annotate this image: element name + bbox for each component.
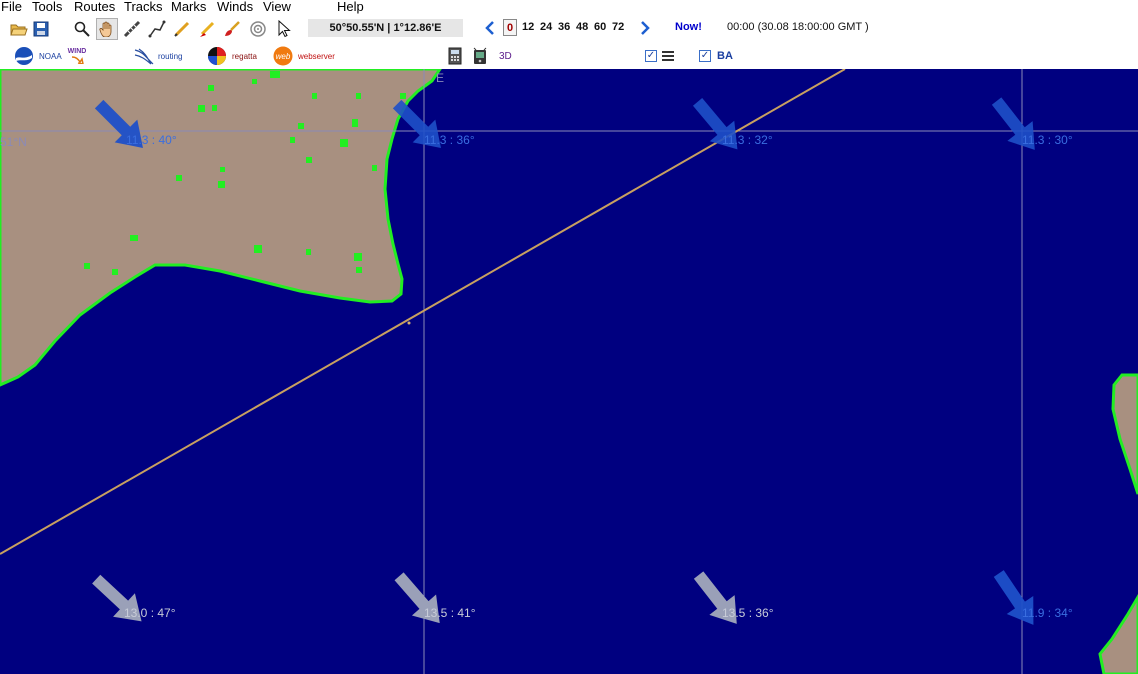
latitude-label: 51°N (0, 135, 27, 149)
wind-label: 11.3 : 30° (1022, 133, 1073, 147)
calculator-icon[interactable] (444, 45, 466, 67)
regatta-icon[interactable] (206, 45, 228, 67)
gps-device-icon[interactable] (469, 45, 491, 67)
wind-label: 11.3 : 40° (126, 133, 177, 147)
wind-label: 13.5 : 36° (722, 606, 774, 620)
mark-pencil-icon[interactable] (196, 18, 218, 40)
save-icon[interactable] (30, 18, 52, 40)
now-button[interactable]: Now! (675, 21, 702, 33)
wind-label: 11.3 : 32° (722, 133, 773, 147)
target-icon[interactable] (247, 18, 269, 40)
time-step-72[interactable]: 72 (612, 21, 624, 33)
menu-tools[interactable]: Tools (32, 0, 62, 14)
previous-step-icon[interactable] (483, 21, 497, 35)
menu-view[interactable]: View (263, 0, 291, 14)
menu-file[interactable]: File (1, 0, 22, 14)
layer-checkbox[interactable]: ✓ (645, 50, 657, 62)
routing-icon[interactable] (133, 45, 155, 67)
menu-tracks[interactable]: Tracks (124, 0, 163, 14)
menu-marks[interactable]: Marks (171, 0, 206, 14)
menu-winds[interactable]: Winds (217, 0, 253, 14)
routing-label[interactable]: routing (158, 52, 182, 61)
layers-list-icon[interactable] (657, 45, 679, 67)
pointer-cursor-icon[interactable] (273, 18, 295, 40)
measure-ruler-icon[interactable] (121, 18, 143, 40)
time-step-48[interactable]: 48 (576, 21, 588, 33)
wind-label: 11.3 : 36° (424, 133, 475, 147)
time-step-36[interactable]: 36 (558, 21, 570, 33)
cursor-position-marker (407, 321, 411, 325)
zoom-icon[interactable] (71, 18, 93, 40)
cursor-coordinates: 50°50.55'N | 1°12.86'E (308, 19, 463, 37)
web-logo-icon[interactable]: web (272, 45, 294, 67)
toolbar: File Tools Routes Tracks Marks Winds Vie… (0, 0, 1138, 70)
menu-routes[interactable]: Routes (74, 0, 115, 14)
next-step-icon[interactable] (638, 21, 652, 35)
ba-checkbox[interactable]: ✓ (699, 50, 711, 62)
wind-label: 11.9 : 34° (1022, 606, 1073, 620)
wind-label: 13.5 : 41° (424, 606, 476, 620)
time-step-12[interactable]: 12 (522, 21, 534, 33)
webserver-label[interactable]: webserver (298, 52, 335, 61)
noaa-label[interactable]: NOAA (39, 52, 62, 61)
time-step-24[interactable]: 24 (540, 21, 552, 33)
wind-label: WIND (67, 48, 87, 55)
noaa-logo-icon[interactable] (13, 45, 35, 67)
time-step-60[interactable]: 60 (594, 21, 606, 33)
eraser-brush-icon[interactable] (221, 18, 243, 40)
open-folder-icon[interactable] (8, 18, 30, 40)
wind-label: 13.0 : 47° (124, 606, 176, 620)
forecast-datetime: 00:00 (30.08 18:00:00 GMT ) (727, 21, 869, 33)
pan-hand-icon[interactable] (96, 18, 118, 40)
longitude-label: E (436, 71, 444, 85)
regatta-label[interactable]: regatta (232, 52, 257, 61)
wind-icon[interactable]: WIND (66, 45, 88, 67)
menu-bar: File Tools Routes Tracks Marks Winds Vie… (0, 0, 1138, 14)
3d-view-label[interactable]: 3D (499, 51, 512, 62)
web-logo-text: web (276, 52, 291, 61)
ba-label: BA (717, 50, 733, 62)
pencil-icon[interactable] (171, 18, 193, 40)
route-line-icon[interactable] (146, 18, 168, 40)
chart-map[interactable]: 51°N E 11.3: 40° 11.3: 36° 11.3: 32° … (0, 69, 1138, 674)
map-canvas[interactable]: 51°N E 11.3: 40° 11.3: 36° 11.3: 32° … (0, 69, 1138, 674)
time-step-current[interactable]: 0 (503, 19, 517, 36)
menu-help[interactable]: Help (337, 0, 364, 14)
app-window: File Tools Routes Tracks Marks Winds Vie… (0, 0, 1138, 674)
